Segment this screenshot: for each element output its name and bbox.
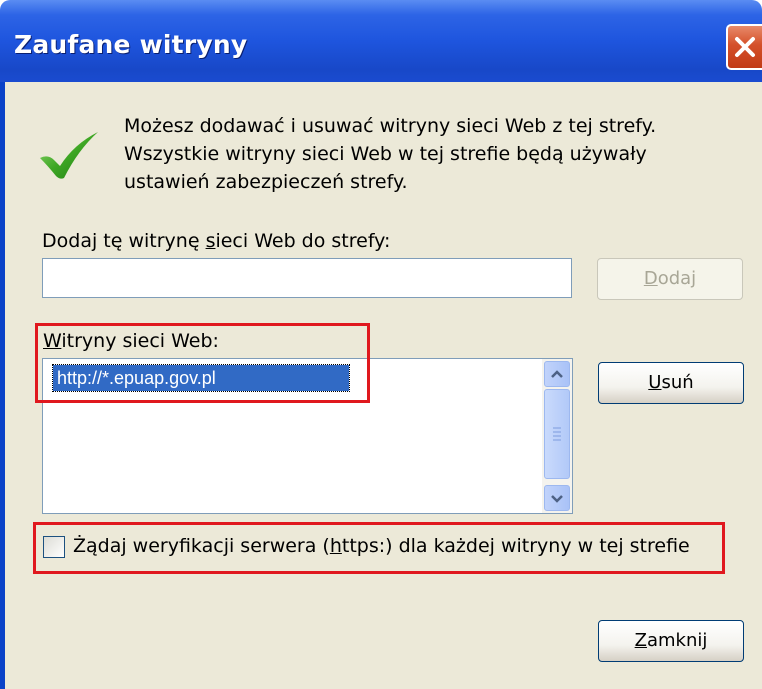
intro-line: Wszystkie witryny sieci Web w tej strefi… — [124, 143, 647, 165]
intro-line: ustawień zabezpieczeń strefy. — [124, 171, 408, 193]
remove-button[interactable]: Usuń — [598, 362, 744, 404]
scroll-thumb[interactable] — [544, 389, 570, 479]
close-button[interactable]: Zamknij — [598, 620, 744, 662]
scroll-down-button[interactable] — [544, 485, 570, 511]
checkmark-icon — [40, 132, 98, 179]
chevron-up-icon — [551, 370, 563, 378]
close-icon — [735, 37, 755, 57]
listbox-scrollbar[interactable] — [542, 359, 572, 513]
grip-icon — [553, 427, 561, 441]
add-site-label: Dodaj tę witrynę sieci Web do strefy: — [42, 230, 391, 252]
close-window-button[interactable] — [726, 24, 762, 70]
scroll-up-button[interactable] — [544, 361, 570, 387]
https-highlight-box — [33, 522, 725, 574]
dialog-title: Zaufane witryny — [14, 30, 248, 59]
intro-line: Możesz dodawać i usuwać witryny sieci We… — [124, 115, 657, 137]
websites-highlight-box — [35, 323, 370, 403]
trusted-sites-dialog: Zaufane witryny Możesz dodawać i usuwać … — [0, 0, 762, 689]
add-site-input[interactable] — [42, 258, 572, 298]
intro-text: Możesz dodawać i usuwać witryny sieci We… — [124, 112, 656, 196]
add-button[interactable]: Dodaj — [597, 258, 743, 300]
title-bar[interactable]: Zaufane witryny — [0, 0, 762, 82]
chevron-down-icon — [551, 495, 563, 503]
